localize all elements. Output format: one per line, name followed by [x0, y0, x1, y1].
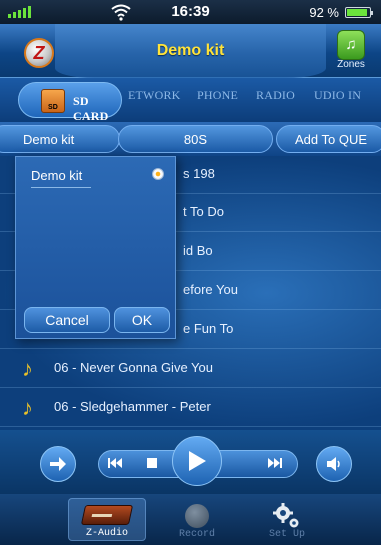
- stop-icon[interactable]: [147, 457, 158, 472]
- source-tabs: SD SD CARD ETWORK PHONE RADIO UDIO IN: [0, 78, 381, 123]
- add-to-queue-button[interactable]: Add To QUE: [276, 125, 381, 153]
- sd-card-icon: SD: [41, 89, 65, 113]
- music-note-icon: ♪: [22, 395, 33, 420]
- play-icon: [189, 451, 206, 471]
- z-audio-device-icon: [80, 505, 134, 525]
- ok-button[interactable]: OK: [114, 307, 170, 333]
- tab-z-audio[interactable]: Z-Audio: [68, 498, 146, 541]
- bottom-tab-bar: Z-Audio Record Set Up: [0, 494, 381, 545]
- status-bar: 16:39 92 %: [0, 0, 381, 24]
- breadcrumb-folder[interactable]: 80S: [118, 125, 273, 153]
- list-item[interactable]: ♪ 06 - Never Gonna Give You: [0, 350, 381, 388]
- popup-option-label[interactable]: Demo kit: [31, 168, 82, 183]
- speaker-icon: [327, 457, 340, 471]
- tab-record[interactable]: Record: [158, 498, 236, 541]
- tab-network[interactable]: ETWORK: [128, 88, 181, 103]
- tab-phone[interactable]: PHONE: [197, 88, 238, 103]
- music-note-icon: ♪: [22, 356, 33, 381]
- tab-audio-in[interactable]: UDIO IN: [314, 88, 361, 103]
- arrow-right-icon: [50, 457, 66, 471]
- next-source-button[interactable]: [40, 446, 76, 482]
- transport-controls: [0, 430, 381, 494]
- breadcrumb-root[interactable]: Demo kit: [0, 125, 120, 153]
- gear-icon: [273, 503, 299, 528]
- tab-set-up[interactable]: Set Up: [248, 498, 326, 541]
- title-bar: Z Demo kit Zones: [0, 24, 381, 78]
- cancel-button[interactable]: Cancel: [24, 307, 110, 333]
- tab-radio[interactable]: RADIO: [256, 88, 295, 103]
- zones-button[interactable]: Zones: [331, 28, 371, 74]
- tab-sd-card[interactable]: SD SD CARD: [18, 82, 122, 123]
- breadcrumb: Demo kit 80S Add To QUE: [0, 122, 381, 156]
- volume-button[interactable]: [316, 446, 352, 482]
- radio-selected-icon[interactable]: [152, 168, 164, 180]
- zones-label: Zones: [337, 59, 365, 70]
- battery-percent: 92 %: [309, 5, 339, 20]
- zone-select-popup: Demo kit Cancel OK: [15, 156, 176, 339]
- home-music-icon: [337, 30, 365, 60]
- battery-icon: [345, 7, 373, 18]
- record-icon: [185, 504, 209, 528]
- list-item[interactable]: ♪ 06 - Sledgehammer - Peter: [0, 389, 381, 427]
- page-title: Demo kit: [156, 42, 225, 59]
- next-icon[interactable]: [268, 457, 282, 472]
- play-button[interactable]: [172, 436, 222, 486]
- previous-icon[interactable]: [108, 457, 122, 472]
